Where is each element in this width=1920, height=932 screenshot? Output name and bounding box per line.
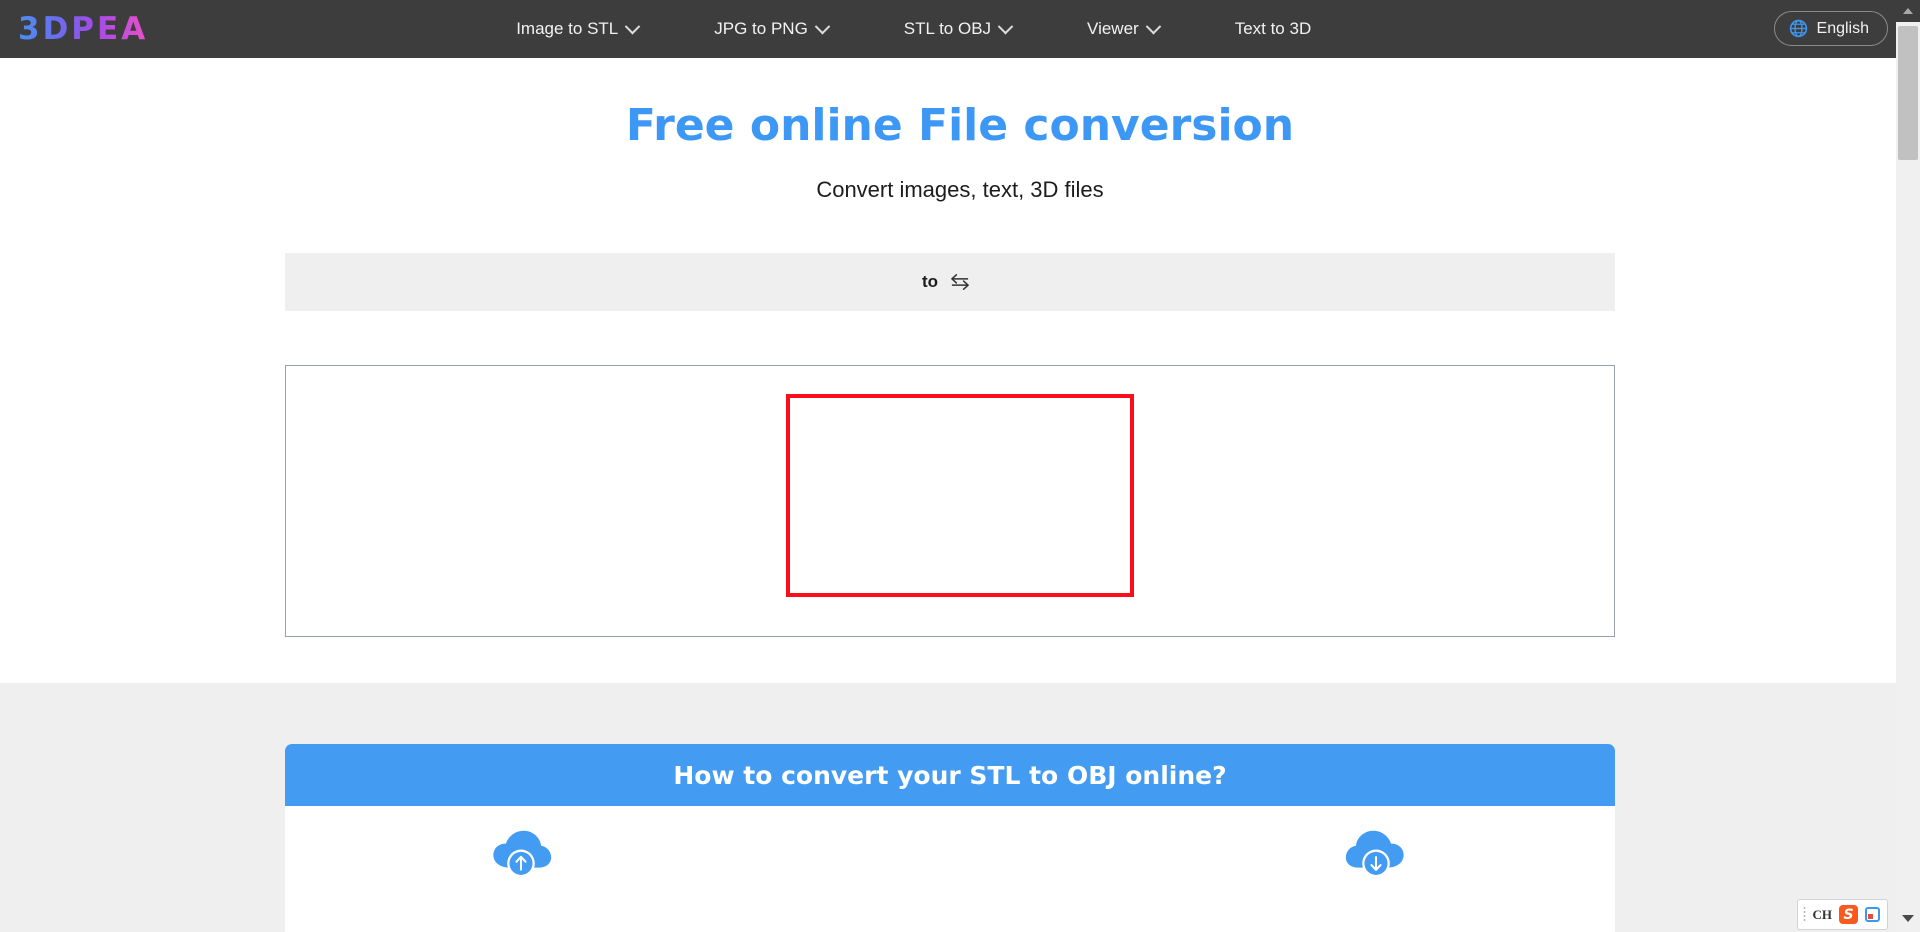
cloud-download-icon: [1345, 830, 1404, 878]
chevron-down-icon: [1145, 18, 1161, 34]
top-navigation-bar: 3DPEA Image to STL JPG to PNG STL to OBJ…: [0, 0, 1920, 58]
ime-toolbar[interactable]: CH S: [1796, 899, 1888, 930]
howto-card: How to convert your STL to OBJ online?: [285, 744, 1615, 932]
howto-step-upload: [490, 829, 552, 886]
language-label: English: [1816, 19, 1869, 37]
howto-heading: How to convert your STL to OBJ online?: [285, 744, 1615, 806]
ime-mode-label[interactable]: CH: [1813, 907, 1833, 923]
page-title: Free online File conversion: [625, 100, 1295, 151]
site-logo[interactable]: 3DPEA: [18, 13, 148, 45]
page-subtitle: Convert images, text, 3D files: [816, 177, 1104, 202]
nav-item-jpg-to-png[interactable]: JPG to PNG: [676, 18, 866, 39]
nav-item-label: Image to STL: [516, 19, 619, 38]
upload-highlight-box: Upload a File: [786, 394, 1900, 932]
page-root: 3DPEA Image to STL JPG to PNG STL to OBJ…: [0, 0, 1920, 932]
scrollbar-up-button[interactable]: [1896, 0, 1920, 22]
ime-drag-handle[interactable]: [1802, 906, 1806, 923]
chevron-down-icon: [997, 18, 1014, 34]
howto-step-download: [1345, 829, 1407, 886]
nav-item-label: Viewer: [1087, 19, 1139, 38]
nav-item-image-to-stl[interactable]: Image to STL: [478, 18, 676, 39]
chevron-down-icon: [814, 18, 831, 34]
ime-expand-chevron-down-icon[interactable]: [1902, 915, 1914, 922]
language-selector-button[interactable]: English: [1773, 11, 1888, 46]
connector-label: to: [922, 272, 939, 291]
sogou-logo-icon[interactable]: S: [1839, 905, 1858, 924]
page-scrollbar[interactable]: [1896, 0, 1920, 932]
nav-item-viewer[interactable]: Viewer: [1049, 18, 1197, 39]
chevron-down-icon: [624, 18, 641, 34]
nav-item-stl-to-obj[interactable]: STL to OBJ: [866, 18, 1049, 39]
scrollbar-thumb[interactable]: [1898, 26, 1918, 160]
globe-icon: [1789, 19, 1807, 38]
swap-group: to: [922, 272, 971, 292]
scroll-up-arrow-icon: [1903, 8, 1913, 14]
cloud-upload-icon: [493, 830, 552, 878]
nav-links: Image to STL JPG to PNG STL to OBJ Viewe…: [478, 18, 1350, 39]
nav-item-label: JPG to PNG: [714, 19, 808, 38]
nav-item-label: STL to OBJ: [903, 19, 992, 38]
nav-item-text-to-3d[interactable]: Text to 3D: [1197, 19, 1350, 39]
ime-toolbox-icon[interactable]: [1865, 907, 1880, 922]
howto-steps: [285, 806, 1615, 932]
nav-item-label: Text to 3D: [1234, 19, 1312, 38]
swap-arrows-icon[interactable]: [949, 273, 971, 291]
